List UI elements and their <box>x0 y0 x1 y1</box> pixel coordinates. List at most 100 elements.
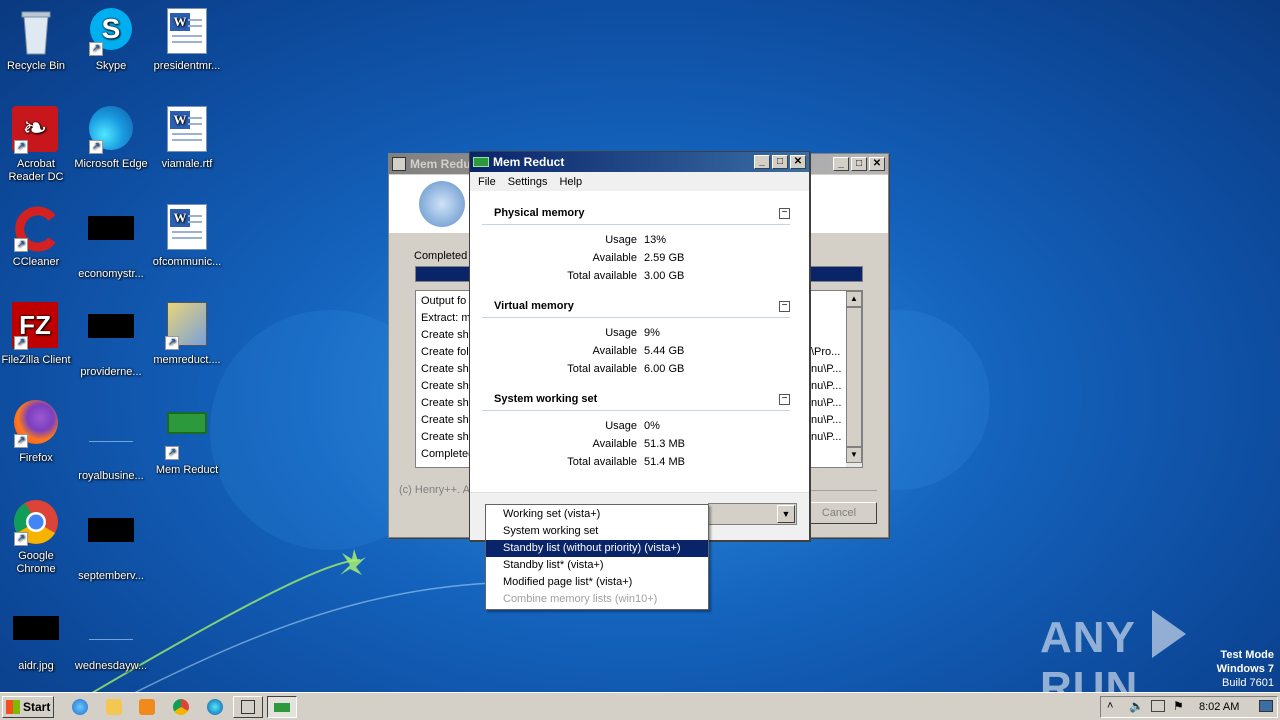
memreduct-title: Mem Reduct <box>493 155 565 169</box>
maximize-button[interactable]: □ <box>772 155 788 169</box>
taskbar-memreduct-button[interactable] <box>267 696 297 718</box>
metric-value: 5.44 GB <box>644 345 685 357</box>
start-button[interactable]: Start <box>2 696 54 718</box>
desktop-icon-septemberv[interactable]: septemberv... <box>73 498 149 583</box>
dropdown-option[interactable]: Modified page list* (vista+) <box>486 574 708 591</box>
media-player-icon[interactable] <box>139 699 155 715</box>
desktop-icon-memreduct-setup[interactable]: ↗ memreduct.... <box>149 302 225 367</box>
log-row-right: nu\P... <box>811 414 842 426</box>
dropdown-option[interactable]: Standby list* (vista+) <box>486 557 708 574</box>
chrome-taskbar-icon[interactable] <box>173 699 189 715</box>
network-icon[interactable] <box>1151 700 1165 712</box>
metric-value: 9% <box>644 327 660 339</box>
app-icon <box>392 157 406 171</box>
metric-label: Available <box>592 252 637 264</box>
log-row-left: Extract: m <box>421 312 471 324</box>
desktop-icon-acrobat[interactable]: ❧ ↗ Acrobat Reader DC <box>0 106 74 184</box>
word-document-icon: W <box>163 8 211 56</box>
desktop-icon-presidentmr[interactable]: W presidentmr... <box>149 8 225 73</box>
log-row-left: Output fo <box>421 295 467 307</box>
chevron-down-icon[interactable]: ▼ <box>777 505 795 523</box>
desktop-icon-economystr[interactable]: economystr... <box>73 204 149 281</box>
dropdown-option[interactable]: Standby list (without priority) (vista+) <box>486 540 708 557</box>
dropdown-option[interactable]: System working set <box>486 523 708 540</box>
desktop-icon-aidr[interactable]: aidr.jpg <box>0 600 74 673</box>
metric-value: 2.59 GB <box>644 252 685 264</box>
log-row-left: Create sh <box>421 380 469 392</box>
collapse-icon[interactable]: − <box>779 301 790 312</box>
metric-label: Total available <box>567 456 637 468</box>
desktop-icon-firefox[interactable]: ↗ Firefox <box>0 400 74 465</box>
minimize-button[interactable]: _ <box>754 155 770 169</box>
shortcut-arrow-icon: ↗ <box>165 336 179 350</box>
log-row-left: Create sh <box>421 397 469 409</box>
memory-list-select[interactable]: ▼ <box>708 503 797 525</box>
tray-expand-icon[interactable]: ˄ <box>1107 700 1113 712</box>
desktop-icon-edge[interactable]: ↗ Microsoft Edge <box>73 106 149 171</box>
section-divider <box>482 410 790 411</box>
shortcut-arrow-icon: ↗ <box>14 140 28 154</box>
metric-value: 13% <box>644 234 667 246</box>
desktop-icon-royalbusine[interactable]: royalbusine... <box>73 400 149 483</box>
menu-help[interactable]: Help <box>553 176 588 188</box>
desktop-icon-ofcommunic[interactable]: W ofcommunic... <box>149 204 225 269</box>
scroll-up-arrow-icon[interactable]: ▲ <box>846 291 862 307</box>
close-button[interactable]: ✕ <box>790 155 806 169</box>
collapse-icon[interactable]: − <box>779 208 790 219</box>
log-row-left: Create sh <box>421 414 469 426</box>
metric-label: Total available <box>567 270 637 282</box>
menu-file[interactable]: File <box>472 176 502 188</box>
maximize-button[interactable]: □ <box>851 157 867 171</box>
play-icon <box>1152 610 1187 658</box>
minimize-button[interactable]: _ <box>833 157 849 171</box>
collapse-icon[interactable]: − <box>779 394 790 405</box>
test-mode-text: Test Mode Windows 7 Build 7601 <box>1216 649 1274 689</box>
memreduct-titlebar[interactable]: Mem Reduct _ □ ✕ <box>470 152 809 172</box>
taskbar-installer-button[interactable] <box>233 696 263 718</box>
cancel-button[interactable]: Cancel <box>801 502 877 524</box>
show-desktop-button[interactable] <box>1259 700 1273 712</box>
section-title: Physical memory <box>494 207 585 219</box>
watermark-brand: ANY <box>1040 613 1136 662</box>
desktop-icon-viamale[interactable]: W viamale.rtf <box>149 106 225 171</box>
memreduct-window[interactable]: Mem Reduct _ □ ✕ File Settings Help Phys… <box>469 151 810 541</box>
desktop-icon-providerne[interactable]: providerne... <box>73 302 149 379</box>
section-title: System working set <box>494 393 598 405</box>
scroll-thumb[interactable] <box>846 307 862 447</box>
installer-status: Completed <box>414 250 468 262</box>
mem-reduct-app-icon <box>473 157 489 167</box>
metric-label: Usage <box>605 234 637 246</box>
file-icon <box>87 418 135 466</box>
menu-settings[interactable]: Settings <box>502 176 554 188</box>
installer-title: Mem Reduc <box>410 157 478 171</box>
desktop-icon-recycle-bin[interactable]: Recycle Bin <box>0 8 74 73</box>
desktop-icon-mem-reduct[interactable]: ↗ Mem Reduct <box>149 400 225 477</box>
dropdown-option[interactable]: Working set (vista+) <box>486 506 708 523</box>
shortcut-arrow-icon: ↗ <box>89 42 103 56</box>
log-scrollbar[interactable]: ▲ ▼ <box>846 291 862 467</box>
dropdown-option: Combine memory lists (win10+) <box>503 593 658 605</box>
edge-icon: ↗ <box>87 106 135 154</box>
ie-icon[interactable] <box>72 699 88 715</box>
desktop-icon-skype[interactable]: S ↗ Skype <box>73 8 149 73</box>
taskbar: Start ˄ 🔈 ⚑ 8:02 AM <box>0 692 1280 720</box>
explorer-icon[interactable] <box>106 699 122 715</box>
flag-icon[interactable]: ⚑ <box>1173 699 1184 713</box>
log-row-right: nu\P... <box>811 380 842 392</box>
desktop-icon-ccleaner[interactable]: ↗ CCleaner <box>0 204 74 269</box>
file-icon <box>87 216 135 264</box>
scroll-down-arrow-icon[interactable]: ▼ <box>846 447 862 463</box>
desktop-icon-chrome[interactable]: ↗ Google Chrome <box>0 498 74 576</box>
close-button[interactable]: ✕ <box>869 157 885 171</box>
log-row-left: Create fol <box>421 346 469 358</box>
log-row-left: Create sh <box>421 363 469 375</box>
volume-icon[interactable]: 🔈 <box>1129 699 1144 713</box>
metric-label: Available <box>592 438 637 450</box>
memory-list-dropdown[interactable]: Working set (vista+) System working set St… <box>485 504 709 610</box>
desktop-icon-filezilla[interactable]: FZ ↗ FileZilla Client <box>0 302 74 367</box>
clock[interactable]: 8:02 AM <box>1199 701 1239 713</box>
edge-taskbar-icon[interactable] <box>207 699 223 715</box>
file-icon <box>87 518 135 566</box>
shortcut-arrow-icon: ↗ <box>14 434 28 448</box>
desktop-icon-wednesdayw[interactable]: wednesdayw... <box>73 600 149 673</box>
